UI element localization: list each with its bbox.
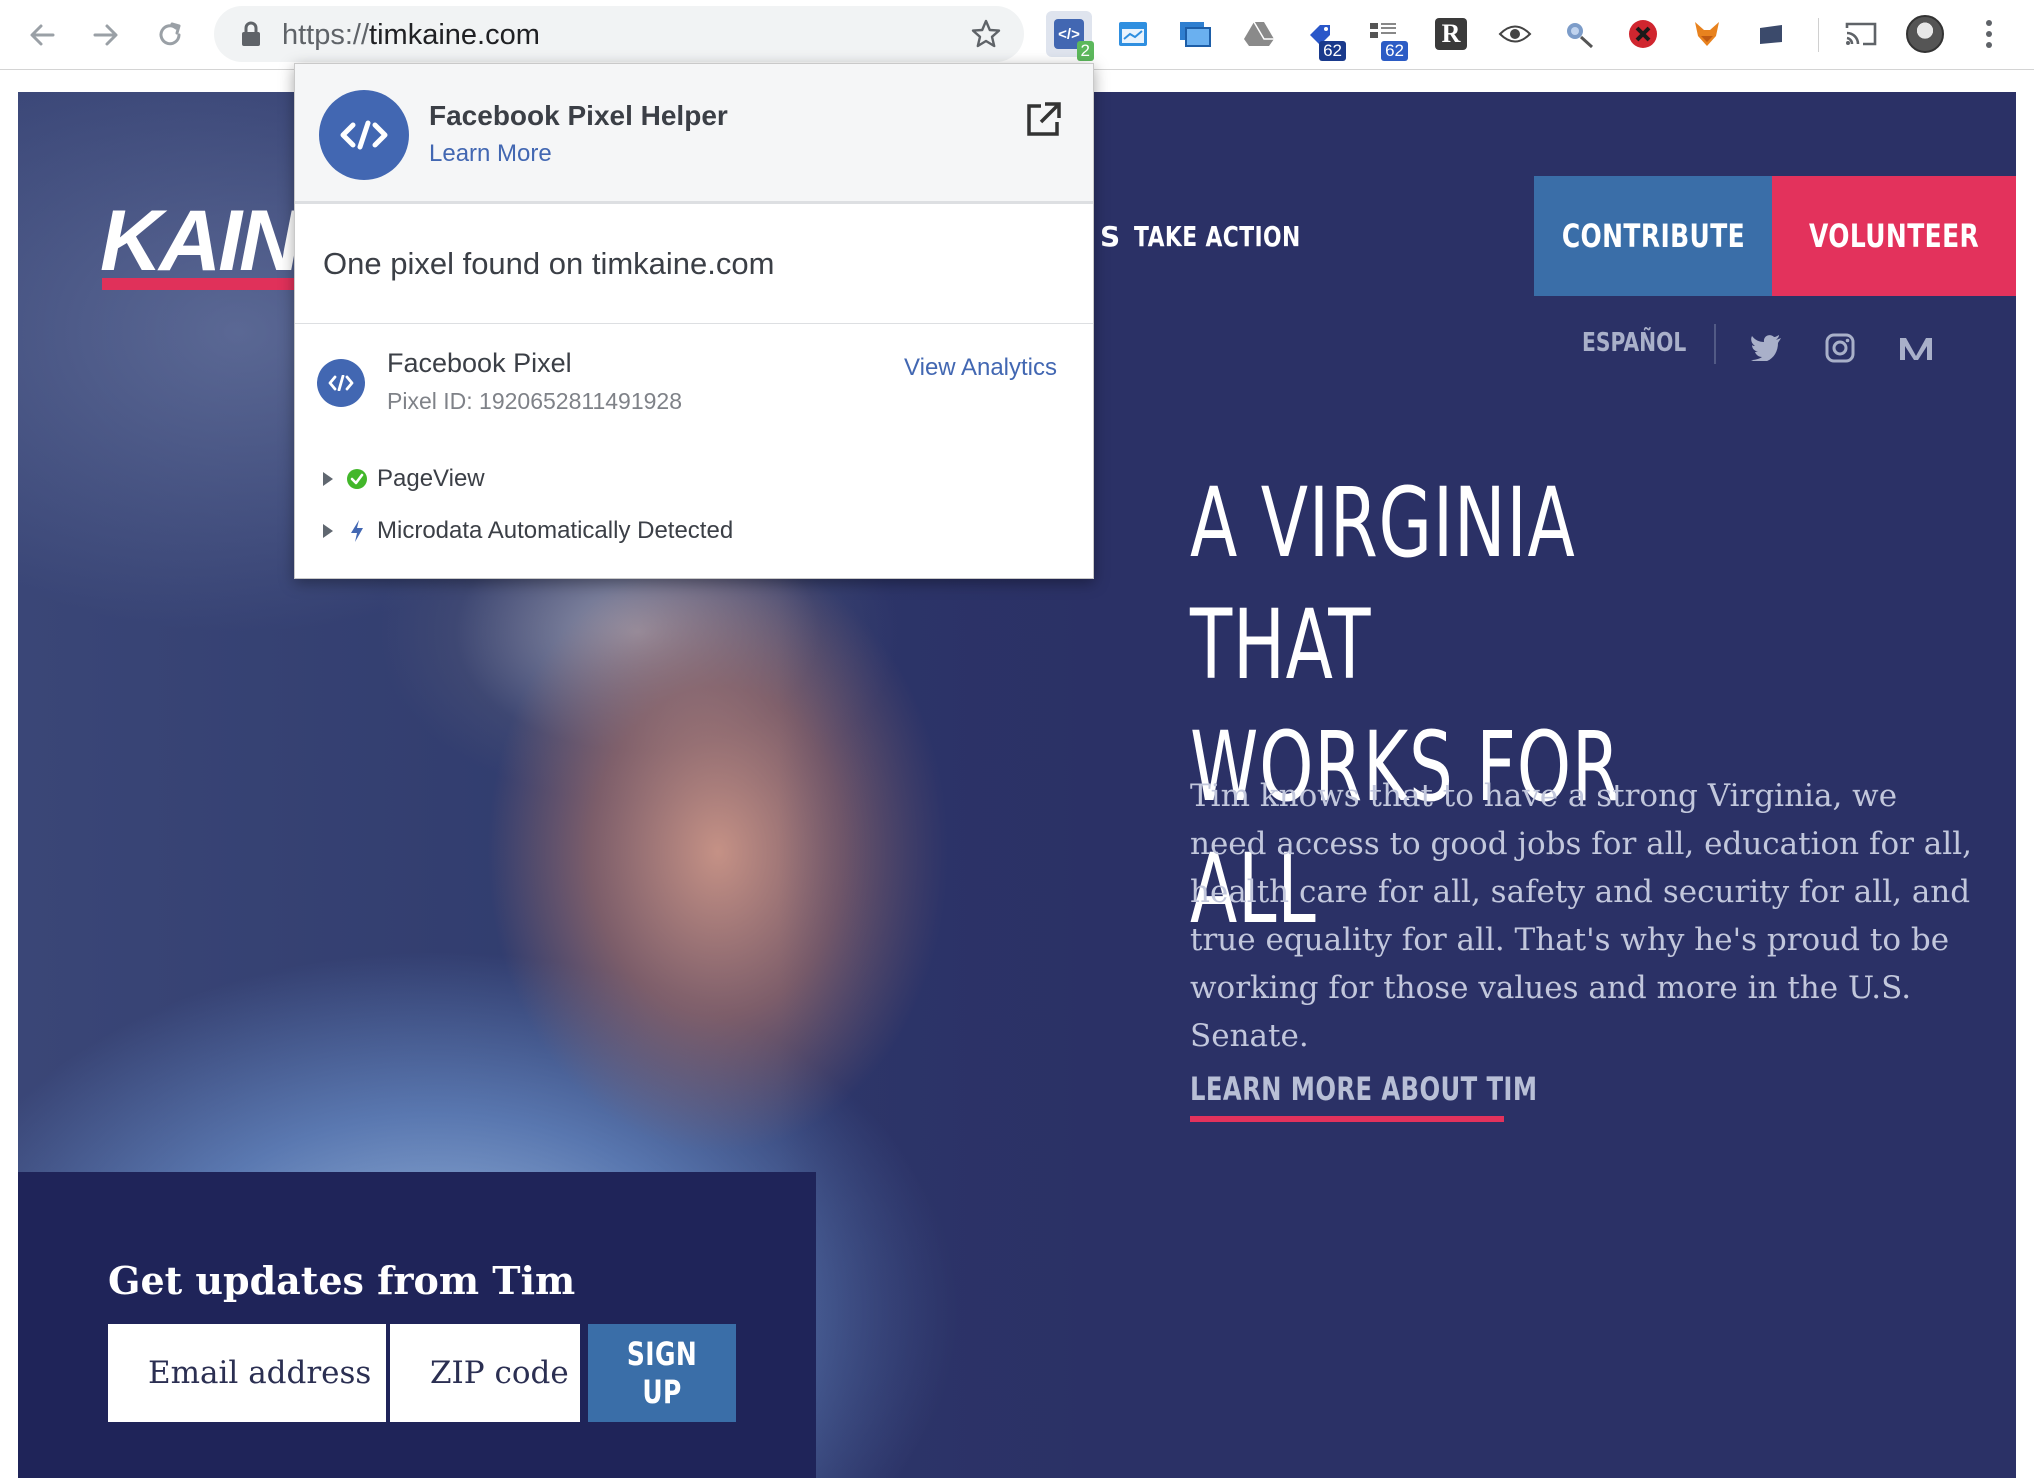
hero-body-text: Tim knows that to have a strong Virginia… [1190,778,1972,1054]
lock-icon [242,21,260,46]
eye-icon[interactable] [1492,11,1538,57]
tag-icon[interactable]: 62 [1298,11,1346,61]
event-row-microdata[interactable]: Microdata Automatically Detected [321,515,733,547]
event-label: Microdata Automatically Detected [377,517,734,544]
check-circle-icon [343,463,371,495]
expand-caret-icon[interactable] [321,515,337,547]
pixel-icon [317,359,365,407]
cast-icon[interactable] [1748,11,1794,57]
r-icon[interactable]: R [1428,11,1474,57]
menu-icon[interactable] [1966,11,2012,57]
zip-field[interactable]: ZIP code [390,1324,580,1422]
site-logo[interactable]: KAIN [100,192,301,291]
logo-underline [102,278,302,290]
network-icon[interactable]: 62 [1360,11,1408,61]
forward-button[interactable] [84,13,128,57]
avatar[interactable] [1902,11,1948,57]
view-analytics-link[interactable]: View Analytics [904,354,1057,382]
pixel-found-text: One pixel found on timkaine.com [323,246,775,281]
popup-header: Facebook Pixel Helper Learn More [295,64,1093,204]
expand-caret-icon[interactable] [321,463,337,495]
pixel-name: Facebook Pixel [387,348,572,378]
forward-arrow-icon [93,24,118,46]
satellite-icon[interactable] [1556,11,1602,57]
nav-link-partial[interactable]: S [1100,220,1120,253]
back-button[interactable] [20,13,64,57]
address-bar[interactable]: https://timkaine.com [214,6,1024,62]
medium-icon[interactable] [1896,328,1936,368]
pixel-id: Pixel ID: 1920652811491928 [387,388,682,414]
popup-divider [295,323,1093,324]
social-separator [1714,324,1716,364]
lightning-icon [343,515,371,547]
facebook-pixel-helper-icon[interactable]: </> 2 [1046,11,1094,61]
toolbar-separator [1818,18,1819,52]
event-label: PageView [377,465,485,492]
pixel-helper-logo-icon [319,90,409,180]
bookmark-star-icon[interactable] [970,18,1002,50]
signup-button[interactable]: SIGN UP [588,1324,736,1422]
signup-title: Get updates from Tim [108,1258,576,1303]
browser-toolbar: https://timkaine.com </> 2 62 62 R [0,0,2034,70]
volunteer-button[interactable]: VOLUNTEER [1772,176,2016,296]
cast-screen-icon[interactable] [1838,11,1884,57]
popup-title: Facebook Pixel Helper [429,100,728,131]
learn-more-link[interactable]: LEARN MORE ABOUT TIM [1190,1070,1537,1108]
fox-icon[interactable] [1684,11,1730,57]
pixel-helper-popup: Facebook Pixel Helper Learn More One pix… [294,63,1094,579]
reload-button[interactable] [148,13,192,57]
window-icon[interactable] [1110,11,1156,57]
signup-panel: Get updates from Tim Email address ZIP c… [18,1172,816,1478]
url-text: https://timkaine.com [282,19,540,51]
drive-icon[interactable] [1236,11,1282,57]
screen-icon[interactable] [1172,11,1218,57]
external-link-icon[interactable] [1023,100,1063,140]
contribute-button[interactable]: CONTRIBUTE [1534,176,1772,296]
instagram-icon[interactable] [1820,328,1860,368]
back-arrow-icon [30,24,55,46]
event-row-pageview[interactable]: PageView [321,463,485,495]
espanol-link[interactable]: ESPAÑOL [1582,328,1686,358]
twitter-icon[interactable] [1746,328,1786,368]
reload-icon [159,22,181,46]
blocked-icon[interactable] [1620,11,1666,57]
nav-take-action[interactable]: TAKE ACTION [1134,220,1301,253]
email-field[interactable]: Email address [108,1324,386,1422]
learn-more-underline [1190,1116,1504,1122]
learn-more-link[interactable]: Learn More [429,140,552,168]
